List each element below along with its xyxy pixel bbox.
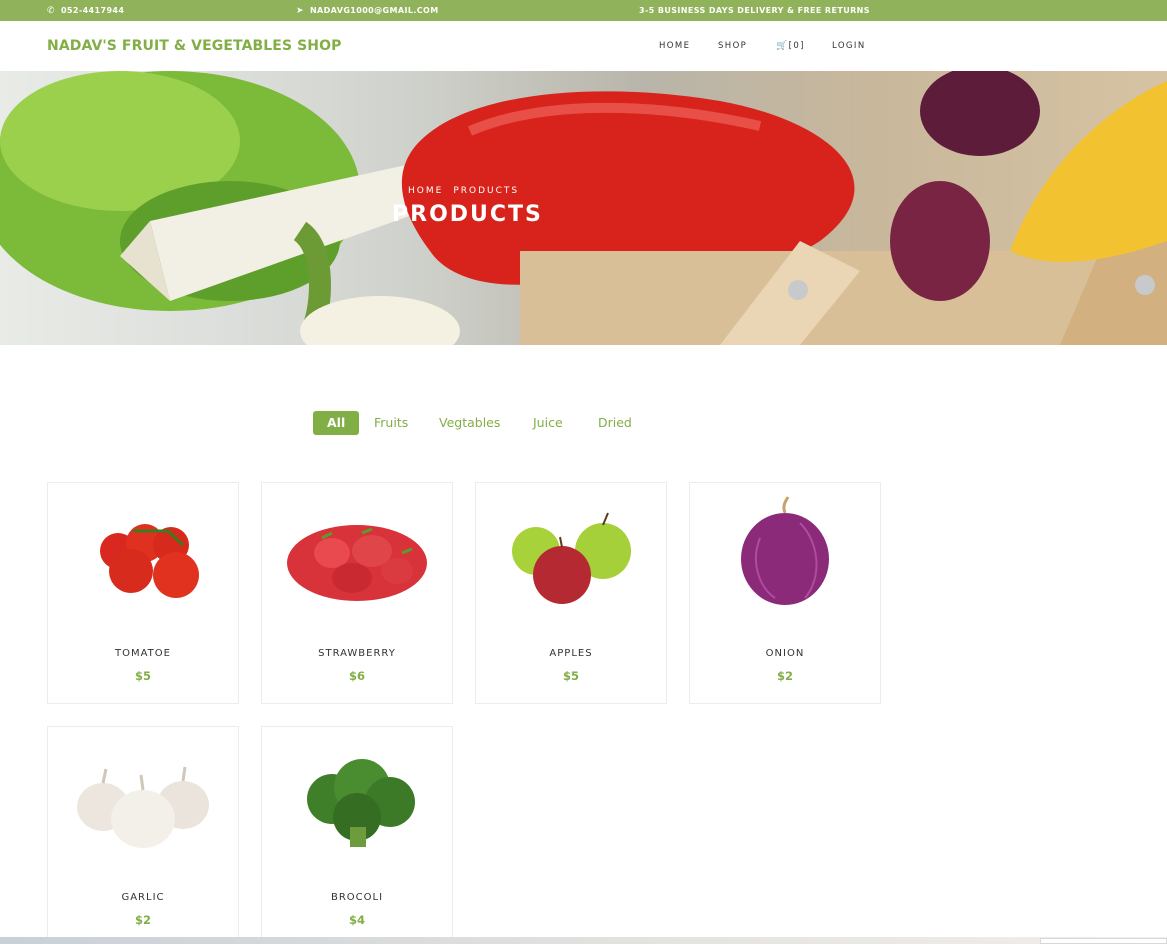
nav-login[interactable]: LOGIN: [832, 41, 866, 51]
nav-cart[interactable]: 🛒[0]: [776, 41, 805, 51]
email-contact[interactable]: ➤ NADAVG1000@GMAIL.COM: [296, 6, 439, 16]
product-price: $2: [134, 913, 151, 927]
filter-fruits[interactable]: Fruits: [374, 411, 408, 435]
product-name[interactable]: GARLIC: [48, 892, 238, 903]
filter-juice[interactable]: Juice: [533, 411, 563, 435]
broccoli-image[interactable]: [262, 727, 452, 877]
phone-contact[interactable]: ✆ 052-4417944: [47, 6, 124, 16]
product-name[interactable]: STRAWBERRY: [262, 648, 452, 659]
garlic-image[interactable]: [48, 727, 238, 877]
onion-image[interactable]: [690, 483, 880, 633]
filter-all[interactable]: All: [313, 411, 360, 435]
nav-home[interactable]: HOME: [659, 41, 690, 51]
red-onion: [890, 181, 990, 301]
crate-bolt: [1135, 275, 1155, 295]
footer-widget-edge: [1040, 938, 1167, 944]
product-card[interactable]: ONION $2: [689, 482, 881, 704]
strawberry-image[interactable]: [262, 483, 452, 633]
email-address: NADAVG1000@GMAIL.COM: [309, 6, 439, 15]
cart-count: [0]: [788, 41, 805, 51]
product-card[interactable]: GARLIC $2: [47, 726, 239, 944]
phone-icon: ✆: [47, 6, 55, 16]
top-info-bar: ✆ 052-4417944 ➤ NADAVG1000@GMAIL.COM 3-5 B…: [0, 0, 1167, 21]
brand-logo[interactable]: NADAV'S FRUIT & VEGETABLES SHOP: [47, 38, 342, 54]
tomato-image[interactable]: [48, 483, 238, 633]
breadcrumb: HOME PRODUCTS: [408, 186, 529, 196]
product-name[interactable]: APPLES: [476, 648, 666, 659]
filter-vegetables[interactable]: Vegtables: [439, 411, 500, 435]
delivery-notice: 3-5 BUSINESS DAYS DELIVERY & FREE RETURN…: [639, 6, 870, 15]
product-name[interactable]: BROCOLI: [262, 892, 452, 903]
hero-vegetables-image: [0, 71, 1167, 345]
product-name[interactable]: TOMATOE: [48, 648, 238, 659]
breadcrumb-products: PRODUCTS: [453, 186, 520, 196]
nav-shop[interactable]: SHOP: [718, 41, 747, 51]
product-card[interactable]: TOMATOE $5: [47, 482, 239, 704]
product-card[interactable]: APPLES $5: [475, 482, 667, 704]
product-price: $2: [776, 669, 793, 683]
footer-edge: [0, 937, 1167, 944]
breadcrumb-home[interactable]: HOME: [408, 186, 443, 196]
hero-banner: HOME PRODUCTS PRODUCTS: [0, 71, 1167, 345]
main-navbar: NADAV'S FRUIT & VEGETABLES SHOP HOME SHO…: [0, 21, 1167, 71]
filter-dried[interactable]: Dried: [598, 411, 632, 435]
crate-bolt: [788, 280, 808, 300]
product-price: $6: [348, 669, 365, 683]
product-price: $4: [348, 913, 365, 927]
phone-number: 052-4417944: [60, 6, 125, 15]
product-card[interactable]: BROCOLI $4: [261, 726, 453, 944]
page-title: PRODUCTS: [392, 202, 543, 227]
product-price: $5: [134, 669, 151, 683]
cart-icon: 🛒: [776, 41, 789, 51]
red-onion: [920, 71, 1040, 156]
apples-image[interactable]: [476, 483, 666, 633]
product-price: $5: [562, 669, 579, 683]
product-card[interactable]: STRAWBERRY $6: [261, 482, 453, 704]
product-name[interactable]: ONION: [690, 648, 880, 659]
paper-plane-icon: ➤: [296, 6, 304, 16]
